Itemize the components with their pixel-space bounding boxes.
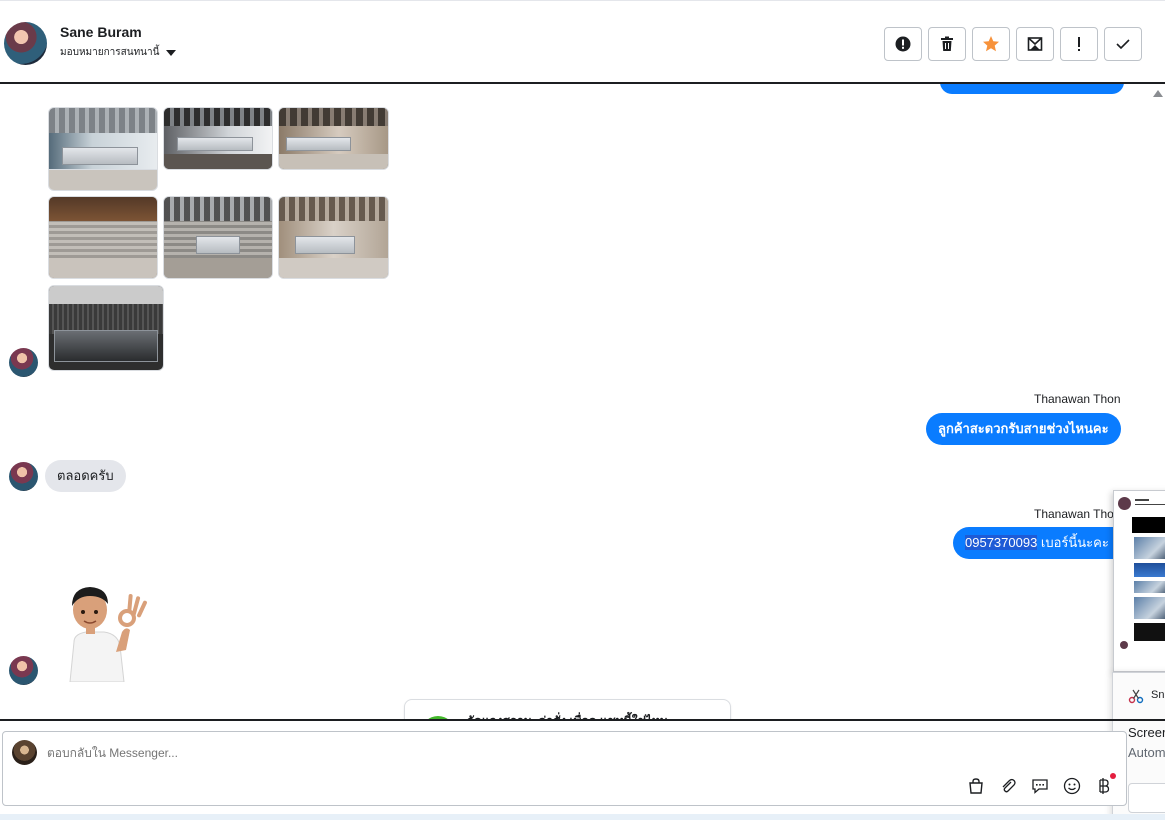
mark-done-button[interactable] <box>1104 27 1142 61</box>
assign-label: มอบหมายการสนทนานี้ <box>60 47 160 58</box>
bottom-strip <box>0 814 1165 820</box>
shared-photo[interactable] <box>278 196 389 279</box>
paperclip-icon <box>1002 778 1016 793</box>
messenger-inbox-window: Sane Buram มอบหมายการสนทนานี้ Thanawan T… <box>0 0 1165 820</box>
composer-tools <box>966 773 1116 796</box>
star-button[interactable] <box>972 27 1010 61</box>
reply-composer <box>2 731 1127 806</box>
saved-replies-button[interactable] <box>1030 776 1050 796</box>
sender-avatar[interactable] <box>9 348 38 377</box>
shared-photo[interactable] <box>48 196 158 279</box>
contact-name[interactable]: Sane Buram <box>60 24 142 40</box>
outgoing-message-bubble[interactable]: 0957370093 เบอร์นี้นะคะ <box>953 527 1118 559</box>
sender-name: Thanawan Thon <box>1034 392 1121 406</box>
star-icon <box>983 36 999 52</box>
message-text: เบอร์นี้นะคะ <box>1037 535 1109 550</box>
previous-message-bubble <box>940 84 1124 94</box>
check-icon <box>1116 39 1130 50</box>
shopping-bag-icon <box>969 778 983 794</box>
scroll-up-arrow-icon[interactable] <box>1153 90 1163 97</box>
important-button[interactable] <box>1060 27 1098 61</box>
sender-avatar[interactable] <box>9 462 38 491</box>
mark-unread-button[interactable] <box>1016 27 1054 61</box>
conversation-header: Sane Buram มอบหมายการสนทนานี้ <box>0 0 1165 84</box>
contact-avatar[interactable] <box>4 22 47 65</box>
sender-avatar[interactable] <box>9 656 38 685</box>
shared-photo[interactable] <box>278 107 389 170</box>
smiley-icon <box>1063 777 1081 795</box>
composer-divider <box>0 719 1165 721</box>
outgoing-message-bubble[interactable]: ลูกค้าสะดวกรับสายช่วงไหนคะ <box>926 413 1121 445</box>
sender-name: Thanawan Thon <box>1034 507 1121 521</box>
emoji-button[interactable] <box>1062 776 1082 796</box>
notification-dot <box>1110 773 1116 779</box>
conversation-toolbar <box>884 27 1142 61</box>
trash-icon <box>941 36 953 51</box>
caret-down-icon <box>166 49 177 56</box>
notification-action-button[interactable] <box>1128 783 1165 813</box>
shop-bag-button[interactable] <box>966 776 986 796</box>
chat-bubble-icon <box>1032 779 1048 794</box>
order-status-card[interactable]: จัดแจงสถานะด่าสั่ง เพื่อดู แชทนี้ใช่ไหม <box>404 699 731 720</box>
delete-button[interactable] <box>928 27 966 61</box>
baht-icon <box>1099 778 1110 794</box>
notification-title: Screer <box>1128 725 1165 740</box>
payment-button[interactable] <box>1094 773 1116 796</box>
exclamation-icon <box>1078 37 1080 51</box>
scissors-icon <box>1128 689 1144 704</box>
attach-file-button[interactable] <box>998 776 1018 796</box>
envelope-x-icon <box>1027 37 1043 51</box>
snip-preview-thumbnail[interactable] <box>1113 490 1165 672</box>
message-thread[interactable]: Thanawan Thon ลูกค้าสะดวกรับสายช่วงไหนคะ… <box>0 84 1165 720</box>
shared-photo[interactable] <box>163 196 273 279</box>
notification-subtitle: Autom <box>1128 745 1165 760</box>
selected-phone-number[interactable]: 0957370093 <box>965 535 1038 550</box>
notification-app-name: Sn <box>1151 689 1165 701</box>
ok-hand-boy-sticker[interactable] <box>56 582 152 682</box>
reply-input[interactable] <box>47 746 747 760</box>
alert-circle-icon <box>895 36 911 52</box>
shared-photo[interactable] <box>48 285 164 371</box>
alert-button[interactable] <box>884 27 922 61</box>
shared-photo[interactable] <box>48 107 158 191</box>
assign-conversation-dropdown[interactable]: มอบหมายการสนทนานี้ <box>60 45 177 60</box>
incoming-message-bubble[interactable]: ตลอดครับ <box>45 460 126 492</box>
page-avatar <box>12 740 37 765</box>
shared-photo[interactable] <box>163 107 273 170</box>
